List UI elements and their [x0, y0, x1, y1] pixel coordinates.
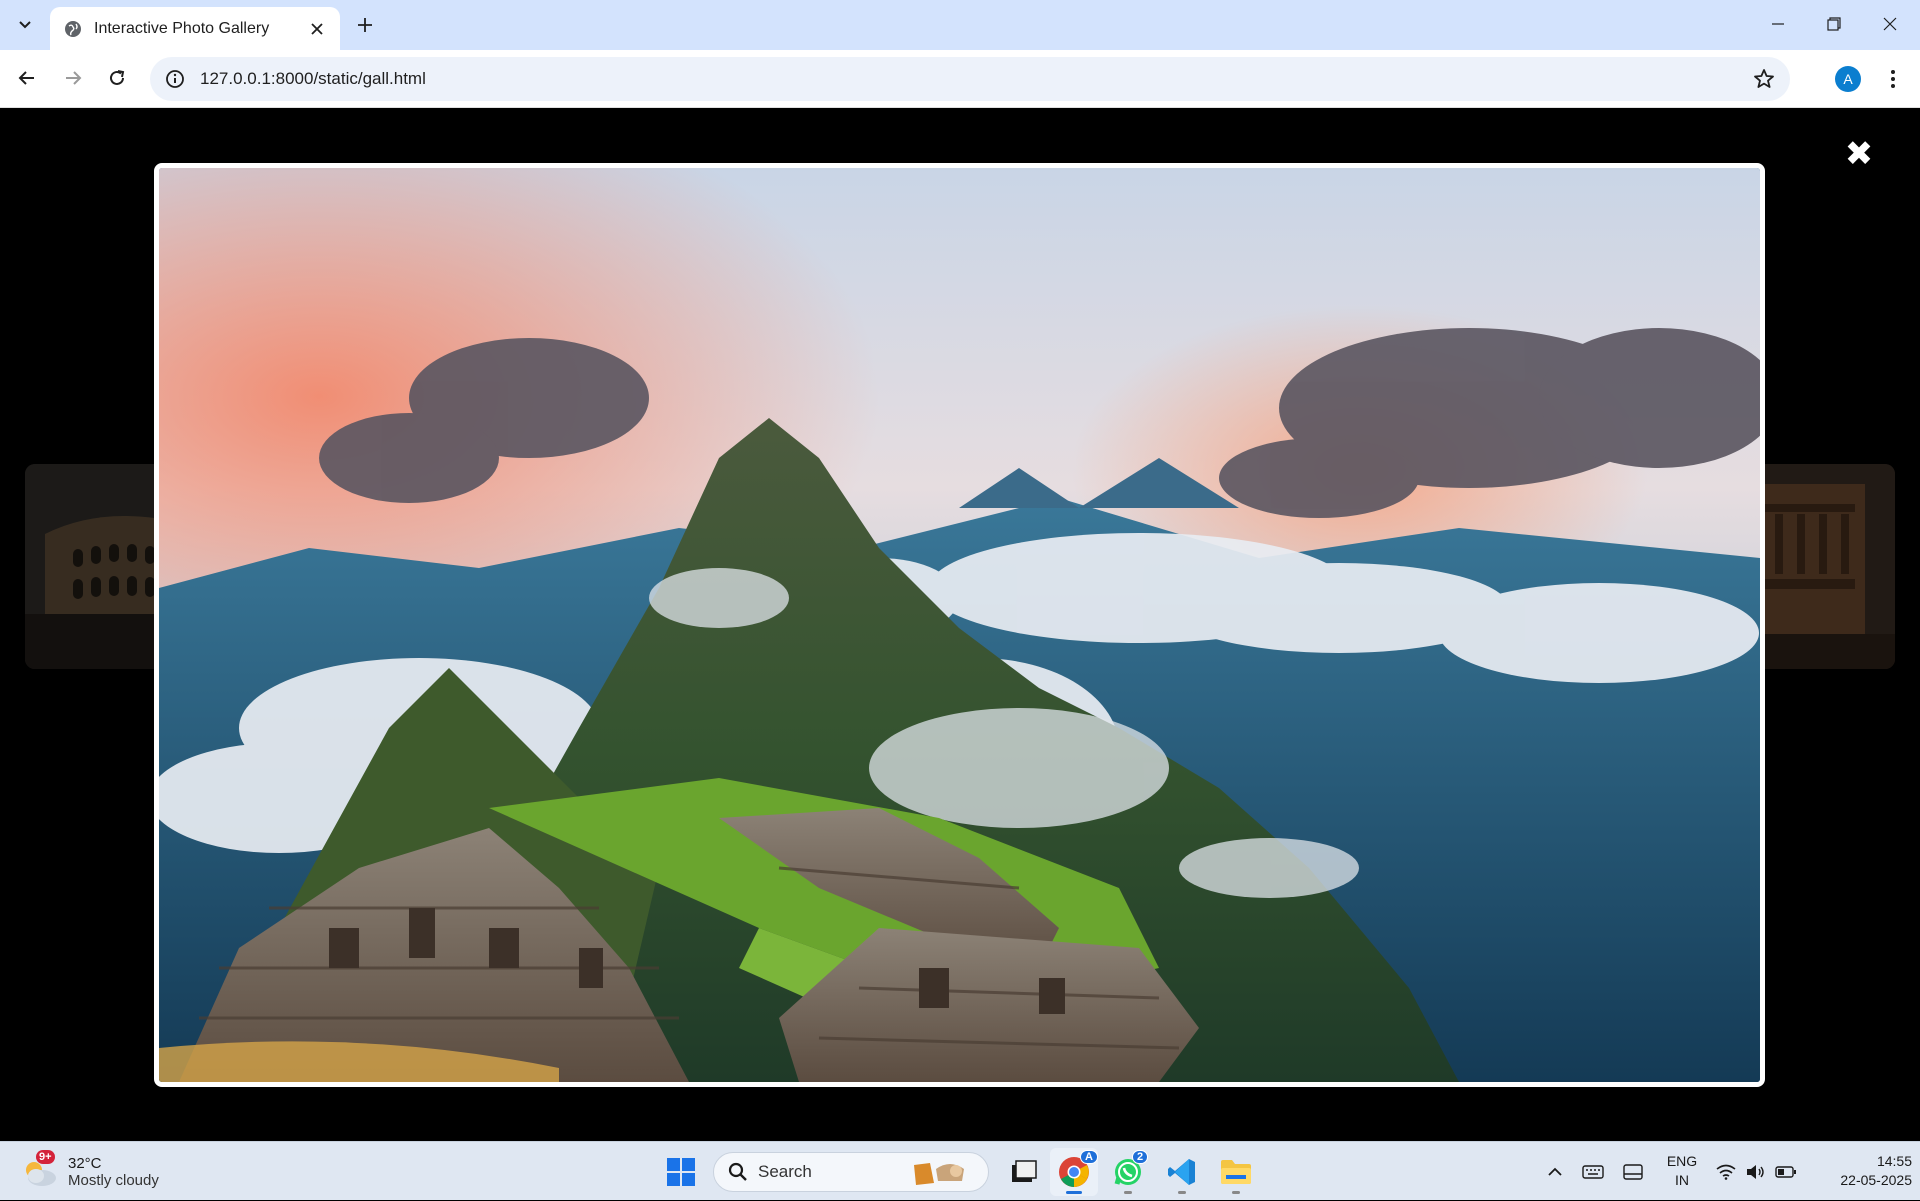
profile-avatar[interactable]: A: [1835, 66, 1861, 92]
search-highlight-icon: [914, 1163, 964, 1185]
search-icon: [728, 1162, 747, 1181]
battery-icon: [1775, 1165, 1796, 1178]
vscode-icon: [1168, 1159, 1195, 1185]
language-indicator[interactable]: ENG IN: [1658, 1152, 1706, 1190]
minimize-icon: [1772, 23, 1784, 25]
running-indicator: [1178, 1191, 1186, 1194]
reload-button[interactable]: [99, 60, 135, 96]
back-button[interactable]: [9, 60, 45, 96]
taskbar-file-explorer-button[interactable]: [1212, 1148, 1260, 1196]
show-hidden-icons-button[interactable]: [1540, 1142, 1570, 1201]
task-view-icon: [1012, 1160, 1037, 1182]
touch-keyboard-button[interactable]: [1578, 1142, 1608, 1201]
kebab-menu-icon: [1891, 70, 1895, 88]
info-icon[interactable]: [164, 68, 186, 90]
volume-status[interactable]: [1742, 1142, 1770, 1201]
url-text: 127.0.0.1:8000/static/gall.html: [200, 69, 426, 88]
tab-search-button[interactable]: [8, 10, 42, 40]
minimize-button[interactable]: [1750, 0, 1806, 48]
tab-title: Interactive Photo Gallery: [94, 19, 270, 37]
chevron-up-icon: [1548, 1167, 1562, 1176]
whatsapp-notification-badge: 2: [1132, 1150, 1149, 1164]
language-region: IN: [1675, 1172, 1689, 1188]
browser-toolbar: 127.0.0.1:8000/static/gall.html A: [0, 50, 1920, 108]
browser-tab[interactable]: Interactive Photo Gallery: [50, 7, 340, 50]
taskbar: 9+ 32°C Mostly cloudy Search A 2 ENG IN …: [0, 1141, 1920, 1200]
reload-icon: [110, 70, 125, 85]
wifi-icon: [1716, 1164, 1736, 1180]
globe-icon: [65, 20, 81, 37]
chrome-profile-badge: A: [1080, 1150, 1098, 1164]
folder-icon: [1221, 1160, 1251, 1184]
taskbar-chrome-button[interactable]: A: [1050, 1148, 1098, 1196]
weather-alert-badge: 9+: [36, 1150, 55, 1164]
tab-close-button[interactable]: [306, 18, 328, 40]
lightbox-image-frame: [154, 163, 1765, 1087]
restore-icon: [1827, 17, 1841, 31]
arrow-left-icon: [18, 71, 34, 85]
start-button[interactable]: [657, 1148, 705, 1196]
task-view-button[interactable]: [1000, 1148, 1048, 1196]
running-indicator: [1124, 1191, 1132, 1194]
close-icon: [311, 22, 323, 35]
close-lightbox-button[interactable]: ✖: [1844, 137, 1874, 171]
cloudy-weather-icon: 9+: [20, 1150, 60, 1192]
browser-menu-button[interactable]: [1880, 64, 1906, 94]
battery-status[interactable]: [1772, 1142, 1800, 1201]
bookmark-star-icon[interactable]: [1752, 67, 1776, 91]
taskbar-whatsapp-button[interactable]: 2: [1104, 1148, 1152, 1196]
clock-date: 22-05-2025: [1840, 1172, 1912, 1188]
close-icon: [1883, 17, 1897, 31]
windows-logo-icon: [667, 1158, 695, 1186]
weather-condition: Mostly cloudy: [68, 1172, 159, 1189]
arrow-right-icon: [66, 71, 82, 85]
plus-icon: [358, 18, 372, 32]
active-indicator: [1066, 1191, 1082, 1194]
gallery-page: ✖: [0, 109, 1920, 1141]
address-bar[interactable]: 127.0.0.1:8000/static/gall.html: [150, 57, 1790, 101]
tab-strip: Interactive Photo Gallery: [0, 0, 1920, 50]
display-icon: [1623, 1163, 1643, 1180]
running-indicator: [1232, 1191, 1240, 1194]
forward-button[interactable]: [55, 60, 91, 96]
machu-picchu-photo: [159, 168, 1760, 1082]
taskbar-vscode-button[interactable]: [1158, 1148, 1206, 1196]
weather-widget[interactable]: 9+ 32°C Mostly cloudy: [20, 1148, 200, 1196]
window-close-button[interactable]: [1862, 0, 1918, 48]
wifi-status[interactable]: [1712, 1142, 1740, 1201]
search-label: Search: [758, 1162, 812, 1181]
chevron-down-icon: [19, 21, 31, 29]
restore-button[interactable]: [1806, 0, 1862, 48]
tablet-mode-button[interactable]: [1618, 1142, 1648, 1201]
new-tab-button[interactable]: [350, 12, 380, 38]
taskbar-search[interactable]: Search: [713, 1152, 989, 1192]
speaker-icon: [1747, 1164, 1764, 1179]
keyboard-icon: [1582, 1164, 1604, 1179]
system-clock[interactable]: 14:55 22-05-2025: [1808, 1152, 1912, 1190]
clock-time: 14:55: [1876, 1153, 1912, 1169]
weather-temperature: 32°C: [68, 1155, 102, 1172]
language-code: ENG: [1666, 1153, 1698, 1169]
